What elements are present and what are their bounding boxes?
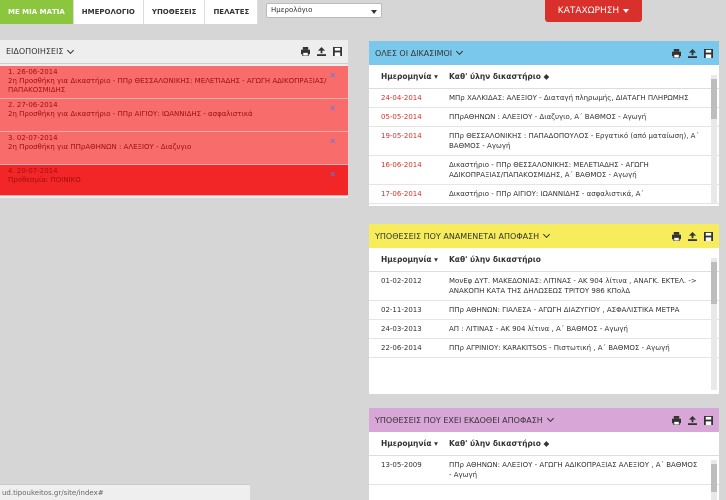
notification-item[interactable]: 2. 27-06-2014 2η Προσθήκη για Δικαστήριο… [0,99,348,132]
upload-icon[interactable] [688,415,697,425]
notification-date: 3. 02-07-2014 [8,134,58,142]
col-date-header[interactable]: Ημερομηνία ▾ [369,439,449,448]
scrollbar[interactable] [711,258,717,390]
notification-date: 2. 27-06-2014 [8,101,58,109]
notification-text: Προθεσμία: ΠΟΙΝΙΚΟ [8,176,81,184]
close-icon[interactable]: ✕ [329,71,336,80]
col-date-header[interactable]: Ημερομηνία ▾ [369,72,449,81]
table-row[interactable]: 13-05-2009 ΠΠρ ΑΘΗΝΩΝ: ΑΛΕΞΙΟΥ - ΑΓΩΓΗ ΑΔ… [369,456,719,485]
save-icon[interactable] [704,48,713,58]
table-header: Ημερομηνία ▾ Καθ' ύλην δικαστήριο ◆ [369,65,719,89]
notification-item[interactable]: 4. 20-07-2014 Προθεσμία: ΠΟΙΝΙΚΟ ✕ [0,165,348,196]
save-icon[interactable] [333,47,342,56]
print-icon[interactable] [672,48,681,58]
col-date-header[interactable]: Ημερομηνία ▾ [369,255,449,264]
table-row[interactable]: 01-02-2012 ΜονΕφ ΔΥΤ. ΜΑΚΕΔΟΝΙΑΣ: ΛΙΤΙΝΑΣ… [369,272,719,301]
notifications-list: 1. 26-06-2014 2η Προσθήκη για Δικαστήριο… [0,64,348,196]
upload-icon[interactable] [317,47,326,56]
notification-text: 2η Προσθήκη για Δικαστήριο - ΠΠρ ΑΙΓΙΟΥ:… [8,110,253,118]
tab-clients[interactable]: ΠΕΛΑΤΕΣ [205,0,259,24]
table-row[interactable]: 24-04-2014 ΜΠρ ΧΑΛΚΙΔΑΣ: ΑΛΕΞΙΟΥ - Διαταγ… [369,89,719,108]
close-icon[interactable]: ✕ [329,170,336,179]
status-bar: ud.tipoukeitos.gr/site/index# [0,484,250,500]
table-body: 01-02-2012 ΜονΕφ ΔΥΤ. ΜΑΚΕΔΟΝΙΑΣ: ΛΙΤΙΝΑΣ… [369,272,719,392]
chevron-down-icon [546,414,554,423]
notification-item[interactable]: 1. 26-06-2014 2η Προσθήκη για Δικαστήριο… [0,66,348,99]
print-icon[interactable] [672,231,681,241]
decided-panel: ΥΠΟΘΕΣΕΙΣ ΠΟΥ ΕΧΕΙ ΕΚΔΟΘΕΙ ΑΠΟΦΑΣΗ Ημερο… [369,408,719,500]
print-icon[interactable] [672,415,681,425]
close-icon[interactable]: ✕ [329,104,336,113]
chevron-down-icon [371,10,377,14]
table-body: 13-05-2009 ΠΠρ ΑΘΗΝΩΝ: ΑΛΕΞΙΟΥ - ΑΓΩΓΗ ΑΔ… [369,456,719,500]
save-icon[interactable] [704,231,713,241]
tab-cases[interactable]: ΥΠΟΘΕΣΕΙΣ [143,0,206,24]
notifications-panel: ΕΙΔΟΠΟΙΗΣΕΙΣ 1. 26-06-2014 2η Προσθήκη γ… [0,40,348,198]
scrollbar[interactable] [711,75,717,203]
view-select[interactable]: Ημερολόγιο [266,3,382,18]
pending-decision-title-wrap[interactable]: ΥΠΟΘΕΣΕΙΣ ΠΟΥ ΑΝΑΜΕΝΕΤΑΙ ΑΠΟΦΑΣΗ [375,230,672,241]
notification-item[interactable]: 3. 02-07-2014 2η Προσθήκη για ΠΠρΑΘΗΝΩΝ … [0,132,348,165]
all-trials-header: ΟΛΕΣ ΟΙ ΔΙΚΑΣΙΜΟΙ [369,41,719,65]
scrollbar[interactable] [711,460,717,500]
notification-text: 2η Προσθήκη για Δικαστήριο - ΠΠρ ΘΕΣΣΑΛΟ… [8,77,327,94]
decided-tools [672,415,713,425]
notifications-title: ΕΙΔΟΠΟΙΗΣΕΙΣ [6,47,64,56]
notifications-title-wrap[interactable]: ΕΙΔΟΠΟΙΗΣΕΙΣ [6,46,301,56]
notifications-tools [301,47,342,56]
notification-text: 2η Προσθήκη για ΠΠρΑΘΗΝΩΝ : ΑΛΕΞΙΟΥ - Δι… [8,143,192,151]
close-icon[interactable]: ✕ [329,137,336,146]
chevron-down-icon [456,47,464,56]
save-icon[interactable] [704,415,713,425]
notification-date: 4. 20-07-2014 [8,167,58,175]
upload-icon[interactable] [688,48,697,58]
caret-down-icon [623,9,630,13]
decided-title: ΥΠΟΘΕΣΕΙΣ ΠΟΥ ΕΧΕΙ ΕΚΔΟΘΕΙ ΑΠΟΦΑΣΗ [375,415,543,425]
register-button-label: ΚΑΤΑΧΩΡΗΣΗ [557,6,620,16]
table-header: Ημερομηνία ▾ Καθ' ύλην δικαστήριο ◆ [369,432,719,456]
table-body: 24-04-2014 ΜΠρ ΧΑΛΚΙΔΑΣ: ΑΛΕΞΙΟΥ - Διαταγ… [369,89,719,206]
decided-title-wrap[interactable]: ΥΠΟΘΕΣΕΙΣ ΠΟΥ ΕΧΕΙ ΕΚΔΟΘΕΙ ΑΠΟΦΑΣΗ [375,414,672,425]
print-icon[interactable] [301,47,310,56]
notification-date: 1. 26-06-2014 [8,68,58,76]
col-court-header[interactable]: Καθ' ύλην δικαστήριο ◆ [449,439,719,448]
table-row[interactable]: 19-05-2014 ΠΠρ ΘΕΣΣΑΛΟΝΙΚΗΣ : ΠΑΠΑΔΟΠΟΥΛΟ… [369,127,719,156]
tab-calendar[interactable]: ΗΜΕΡΟΛΟΓΙΟ [73,0,144,24]
register-button[interactable]: ΚΑΤΑΧΩΡΗΣΗ [545,0,642,22]
table-row[interactable]: 24-03-2013 ΑΠ : ΛΙΤΙΝΑΣ - ΑΚ 904 λίτινα ,… [369,320,719,339]
pending-decision-title: ΥΠΟΘΕΣΕΙΣ ΠΟΥ ΑΝΑΜΕΝΕΤΑΙ ΑΠΟΦΑΣΗ [375,231,540,241]
all-trials-tools [672,48,713,58]
table-row[interactable]: 17-06-2014 Δικαστήριο - ΠΠρ ΑΙΓΙΟΥ: ΙΩΑΝΝ… [369,185,719,204]
col-court-header[interactable]: Καθ' ύλην δικαστήριο [449,255,719,264]
upload-icon[interactable] [688,231,697,241]
col-court-header[interactable]: Καθ' ύλην δικαστήριο ◆ [449,72,719,81]
pending-decision-header: ΥΠΟΘΕΣΕΙΣ ΠΟΥ ΑΝΑΜΕΝΕΤΑΙ ΑΠΟΦΑΣΗ [369,224,719,248]
top-nav: ΜΕ ΜΙΑ ΜΑΤΙΑ ΗΜΕΡΟΛΟΓΙΟ ΥΠΟΘΕΣΕΙΣ ΠΕΛΑΤΕ… [0,0,259,24]
pending-decision-panel: ΥΠΟΘΕΣΕΙΣ ΠΟΥ ΑΝΑΜΕΝΕΤΑΙ ΑΠΟΦΑΣΗ Ημερομη… [369,224,719,394]
view-select-value: Ημερολόγιο [271,6,313,14]
all-trials-title-wrap[interactable]: ΟΛΕΣ ΟΙ ΔΙΚΑΣΙΜΟΙ [375,47,672,58]
pending-decision-tools [672,231,713,241]
table-row[interactable]: 05-05-2014 ΠΠρΑΘΗΝΩΝ : ΑΛΕΞΙΟΥ - Διαζυγιο… [369,108,719,127]
table-row[interactable]: 02-11-2013 ΠΠρ ΑΘΗΝΩΝ: ΓΙΑΛΕΣΑ - ΑΓΩΓΗ ΔΙ… [369,301,719,320]
all-trials-panel: ΟΛΕΣ ΟΙ ΔΙΚΑΣΙΜΟΙ Ημερομηνία ▾ Καθ' ύλην… [369,41,719,206]
table-row[interactable]: 22-06-2014 ΠΠρ ΑΓΡΙΝΙΟΥ: KARAKITSOS - Πισ… [369,339,719,358]
status-url: ud.tipoukeitos.gr/site/index# [2,489,104,497]
all-trials-title: ΟΛΕΣ ΟΙ ΔΙΚΑΣΙΜΟΙ [375,48,453,58]
table-row[interactable]: 16-06-2014 Δικαστήριο - ΠΠρ ΘΕΣΣΑΛΟΝΙΚΗΣ:… [369,156,719,185]
table-header: Ημερομηνία ▾ Καθ' ύλην δικαστήριο [369,248,719,272]
tab-overview[interactable]: ΜΕ ΜΙΑ ΜΑΤΙΑ [0,0,74,24]
chevron-down-icon [67,46,75,54]
chevron-down-icon [543,230,551,239]
decided-header: ΥΠΟΘΕΣΕΙΣ ΠΟΥ ΕΧΕΙ ΕΚΔΟΘΕΙ ΑΠΟΦΑΣΗ [369,408,719,432]
notifications-header: ΕΙΔΟΠΟΙΗΣΕΙΣ [0,40,348,64]
